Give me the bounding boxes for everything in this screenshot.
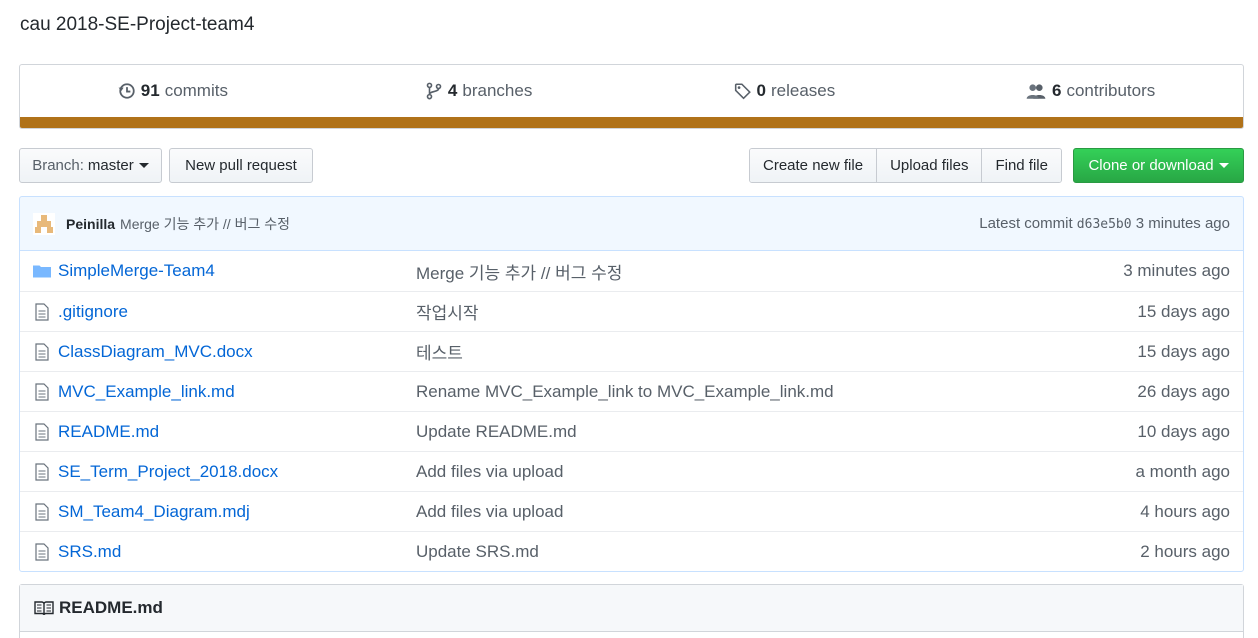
readme-title[interactable]: README.md	[59, 598, 163, 618]
releases-label: releases	[770, 81, 836, 100]
file-icon	[32, 342, 52, 361]
file-row: SM_Team4_Diagram.mdj Add files via uploa…	[20, 491, 1243, 531]
file-name-link[interactable]: ClassDiagram_MVC.docx	[58, 342, 416, 362]
file-commit-message[interactable]: Add files via upload	[416, 502, 1140, 522]
file-age: 15 days ago	[1137, 301, 1230, 321]
book-icon	[34, 600, 54, 616]
file-row: SE_Term_Project_2018.docx Add files via …	[20, 451, 1243, 491]
contributors-label: contributors	[1066, 81, 1156, 100]
contributors-count: 6	[1051, 81, 1062, 100]
latest-commit-prefix: Latest commit	[979, 215, 1073, 232]
file-age: 15 days ago	[1137, 341, 1230, 361]
file-commit-message[interactable]: Rename MVC_Example_link to MVC_Example_l…	[416, 382, 1137, 402]
readme-box: README.md	[19, 584, 1244, 638]
commits-link[interactable]: 91 commits	[20, 65, 326, 117]
file-commit-message[interactable]: 테스트	[416, 339, 1137, 364]
file-icon	[32, 542, 52, 561]
file-name-link[interactable]: .gitignore	[58, 302, 416, 322]
commit-author[interactable]: Peinilla	[66, 216, 115, 232]
caret-down-icon	[1218, 163, 1229, 168]
file-commit-message[interactable]: Merge 기능 추가 // 버그 수정	[416, 259, 1123, 284]
branch-value: master	[87, 157, 134, 174]
commit-message[interactable]: Merge 기능 추가 // 버그 수정	[120, 214, 290, 234]
contributors-link[interactable]: 6 contributors	[937, 65, 1243, 117]
file-name-link[interactable]: SE_Term_Project_2018.docx	[58, 462, 416, 482]
file-commit-message[interactable]: 작업시작	[416, 299, 1137, 324]
new-pull-request-button[interactable]: New pull request	[169, 148, 313, 183]
file-icon	[32, 382, 52, 401]
folder-icon	[32, 263, 52, 279]
file-name-link[interactable]: SRS.md	[58, 542, 416, 562]
numbers-summary: 91 commits 4 branches 0 releases 6 contr…	[19, 64, 1244, 129]
file-row: SimpleMerge-Team4 Merge 기능 추가 // 버그 수정 3…	[20, 251, 1243, 291]
clone-or-download-button[interactable]: Clone or download	[1073, 148, 1244, 183]
repo-description: cau 2018-SE-Project-team4	[20, 14, 255, 35]
branch-select-button[interactable]: Branch: master	[19, 148, 162, 183]
file-icon	[32, 502, 52, 521]
file-row: README.md Update README.md 10 days ago	[20, 411, 1243, 451]
file-name-link[interactable]: README.md	[58, 422, 416, 442]
file-commit-message[interactable]: Update README.md	[416, 422, 1137, 442]
file-age: 4 hours ago	[1140, 501, 1230, 521]
branch-label: Branch:	[32, 157, 84, 174]
file-name-link[interactable]: SimpleMerge-Team4	[58, 261, 416, 281]
file-name-link[interactable]: SM_Team4_Diagram.mdj	[58, 502, 416, 522]
find-file-button[interactable]: Find file	[982, 149, 1061, 182]
file-age: a month ago	[1135, 461, 1230, 481]
file-name-link[interactable]: MVC_Example_link.md	[58, 382, 416, 402]
file-icon	[32, 422, 52, 441]
file-age: 2 hours ago	[1140, 541, 1230, 561]
file-row: ClassDiagram_MVC.docx 테스트 15 days ago	[20, 331, 1243, 371]
language-bar[interactable]	[20, 117, 1243, 128]
file-commit-message[interactable]: Add files via upload	[416, 462, 1135, 482]
latest-commit-bar: Peinilla Merge 기능 추가 // 버그 수정 Latest com…	[19, 196, 1244, 250]
file-row: MVC_Example_link.md Rename MVC_Example_l…	[20, 371, 1243, 411]
upload-files-button[interactable]: Upload files	[877, 149, 983, 182]
releases-link[interactable]: 0 releases	[632, 65, 938, 117]
commit-sha[interactable]: d63e5b0	[1077, 217, 1132, 232]
file-navigation-button-group: Create new file Upload files Find file	[749, 148, 1062, 183]
releases-count: 0	[756, 81, 766, 100]
create-new-file-button[interactable]: Create new file	[750, 149, 878, 182]
branches-count: 4	[447, 81, 458, 100]
branches-link[interactable]: 4 branches	[326, 65, 632, 117]
file-commit-message[interactable]: Update SRS.md	[416, 542, 1140, 562]
tag-icon	[734, 82, 752, 100]
readme-header: README.md	[20, 585, 1243, 632]
file-list: SimpleMerge-Team4 Merge 기능 추가 // 버그 수정 3…	[19, 250, 1244, 572]
file-row: .gitignore 작업시작 15 days ago	[20, 291, 1243, 331]
latest-commit-info: Latest commit d63e5b0 3 minutes ago	[979, 215, 1230, 232]
clone-label: Clone or download	[1088, 157, 1214, 174]
file-icon	[32, 462, 52, 481]
history-icon	[118, 82, 136, 100]
git-branch-icon	[425, 82, 443, 100]
people-icon	[1025, 82, 1047, 100]
file-age: 26 days ago	[1137, 381, 1230, 401]
commits-label: commits	[164, 81, 228, 100]
commit-time: 3 minutes ago	[1135, 215, 1230, 232]
file-icon	[32, 302, 52, 321]
file-row: SRS.md Update SRS.md 2 hours ago	[20, 531, 1243, 571]
file-age: 10 days ago	[1137, 421, 1230, 441]
caret-down-icon	[138, 163, 149, 168]
commits-count: 91	[140, 81, 160, 100]
branches-label: branches	[462, 81, 533, 100]
avatar[interactable]	[33, 212, 55, 235]
file-age: 3 minutes ago	[1123, 261, 1230, 280]
